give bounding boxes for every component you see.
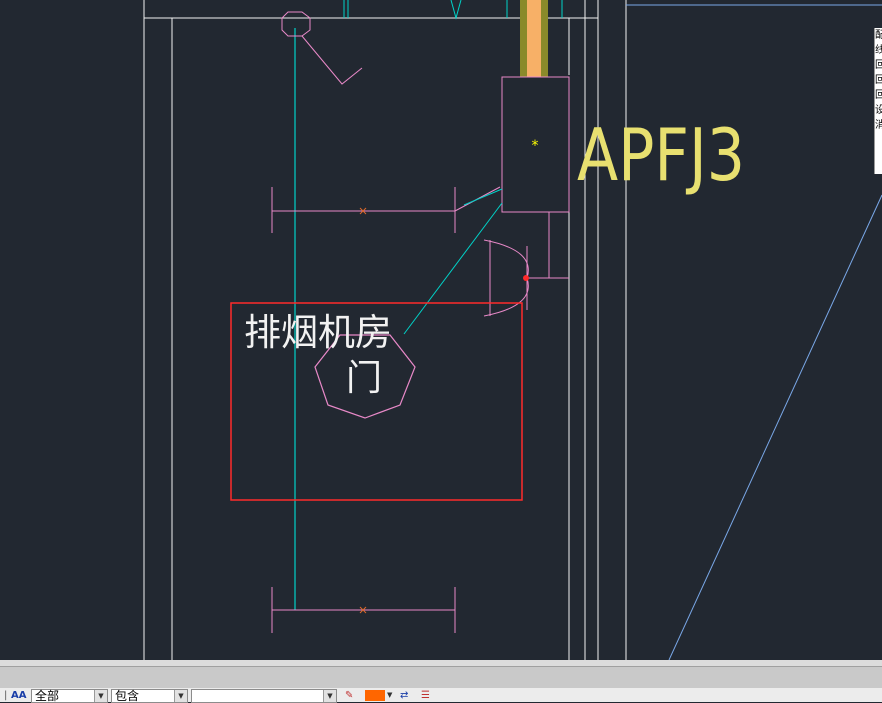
property-char: 回 xyxy=(875,90,882,101)
riser-shaft xyxy=(343,0,563,77)
text-find-icon[interactable]: AA xyxy=(11,689,26,702)
room-sublabel[interactable]: 门 xyxy=(346,358,382,399)
list-icon[interactable]: ☰ xyxy=(421,689,430,702)
filter-toolbar: | AA 全部 ▼ 包含 ▼ ▼ ✎ ▼ ⇄ ☰ xyxy=(0,688,882,703)
property-char: 消 xyxy=(875,120,882,131)
layer-filter-select[interactable]: 全部 ▼ xyxy=(31,689,108,703)
dimension-midpoints xyxy=(359,207,367,614)
dimension-lines xyxy=(271,186,569,633)
structure-lines xyxy=(626,4,882,660)
room-label[interactable]: 排烟机房 xyxy=(244,311,392,354)
command-line-area[interactable] xyxy=(0,667,882,690)
layer-filter-value: 全部 xyxy=(35,689,60,703)
property-char: 线 xyxy=(875,45,882,56)
property-char: 设 xyxy=(875,105,882,116)
swap-icon[interactable]: ⇄ xyxy=(400,689,408,702)
cad-drawing[interactable]: * 排烟机房 门 APFJ3 xyxy=(0,0,882,660)
chevron-down-icon[interactable]: ▼ xyxy=(174,690,187,702)
property-char: 回 xyxy=(875,75,882,86)
property-char: 配 xyxy=(875,30,882,41)
lamp-fixture xyxy=(281,11,363,85)
properties-panel[interactable]: 配 线 回 回 回 设 消 xyxy=(874,28,882,174)
distribution-box[interactable]: * xyxy=(501,76,570,213)
drawing-canvas[interactable]: * 排烟机房 门 APFJ3 xyxy=(0,0,882,660)
match-mode-value: 包含 xyxy=(115,689,140,703)
equipment-tag[interactable]: APFJ3 xyxy=(577,113,745,197)
chevron-down-icon[interactable]: ▼ xyxy=(387,689,392,702)
search-text-combo[interactable]: ▼ xyxy=(191,689,337,703)
door-marker xyxy=(523,275,529,281)
pick-color-icon[interactable]: ✎ xyxy=(345,689,353,702)
box-center-marker: * xyxy=(532,138,539,154)
color-swatch[interactable] xyxy=(365,690,385,701)
property-char: 回 xyxy=(875,60,882,71)
toolbar-grip-icon: | xyxy=(4,690,8,701)
match-mode-select[interactable]: 包含 ▼ xyxy=(111,689,188,703)
chevron-down-icon[interactable]: ▼ xyxy=(94,690,107,702)
chevron-down-icon[interactable]: ▼ xyxy=(323,690,336,702)
statusbar-divider xyxy=(0,660,882,667)
